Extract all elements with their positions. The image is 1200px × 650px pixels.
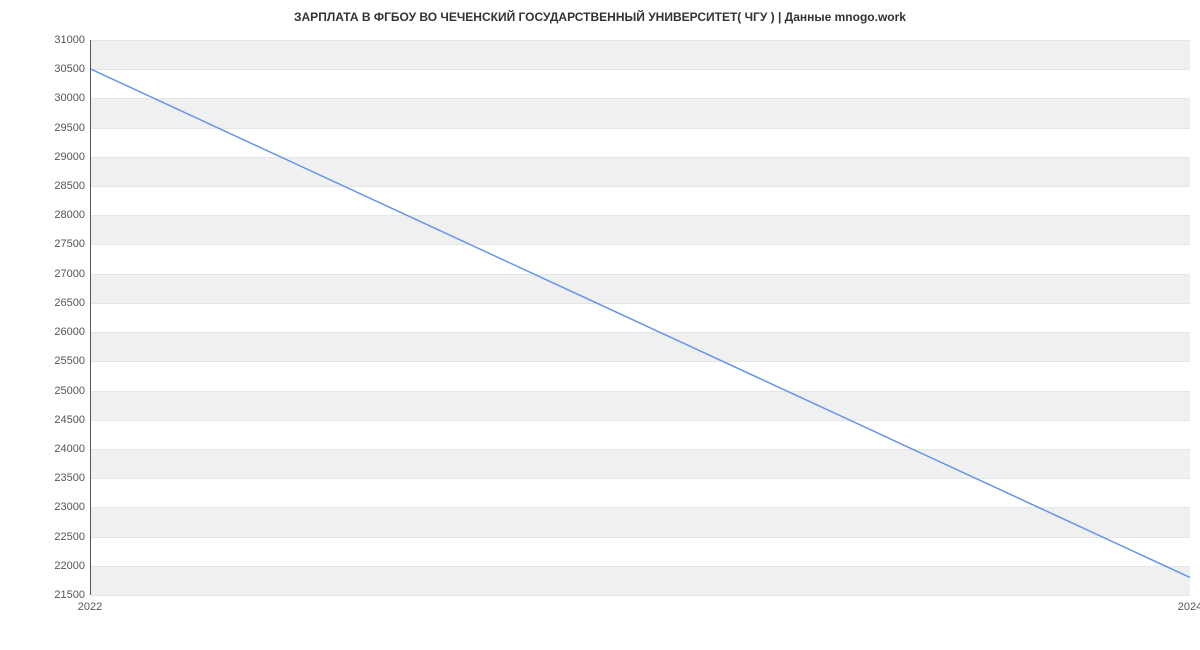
y-tick-label: 23000 (35, 501, 85, 513)
y-tick-label: 26000 (35, 326, 85, 338)
y-tick-label: 29000 (35, 151, 85, 163)
chart-plot-area: 2150022000225002300023500240002450025000… (90, 40, 1190, 615)
y-tick-label: 27000 (35, 268, 85, 280)
chart-title: ЗАРПЛАТА В ФГБОУ ВО ЧЕЧЕНСКИЙ ГОСУДАРСТВ… (0, 10, 1200, 24)
y-tick-label: 24000 (35, 443, 85, 455)
y-tick-label: 27500 (35, 238, 85, 250)
y-tick-label: 24500 (35, 414, 85, 426)
y-tick-label: 23500 (35, 472, 85, 484)
y-tick-label: 26500 (35, 297, 85, 309)
x-tick-label: 2022 (78, 601, 102, 613)
plot-region (90, 40, 1190, 595)
y-tick-label: 25000 (35, 385, 85, 397)
y-tick-label: 25500 (35, 355, 85, 367)
y-tick-label: 22500 (35, 531, 85, 543)
y-tick-label: 21500 (35, 589, 85, 601)
y-tick-label: 29500 (35, 122, 85, 134)
gridline (91, 595, 1190, 596)
y-tick-label: 28000 (35, 209, 85, 221)
y-tick-label: 31000 (35, 34, 85, 46)
y-tick-label: 22000 (35, 560, 85, 572)
line-series (91, 40, 1190, 595)
y-tick-label: 30000 (35, 92, 85, 104)
y-tick-label: 30500 (35, 63, 85, 75)
y-tick-label: 28500 (35, 180, 85, 192)
x-tick-label: 2024 (1178, 601, 1200, 613)
